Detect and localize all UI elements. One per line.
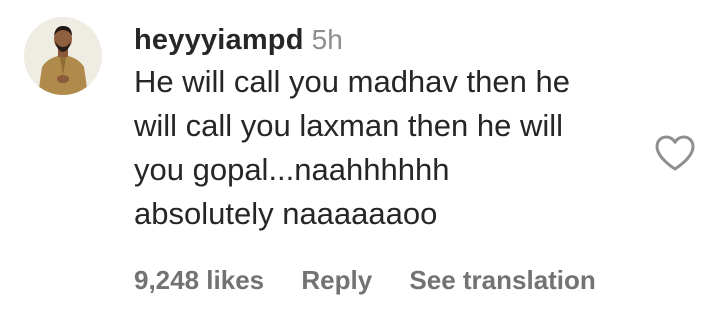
comment-item: heyyyiampd 5h He will call you madhav the… (0, 0, 727, 323)
reply-button[interactable]: Reply (301, 260, 372, 300)
like-button[interactable] (654, 134, 696, 172)
username[interactable]: heyyyiampd (134, 24, 304, 56)
avatar-image (24, 17, 102, 95)
comment-header: heyyyiampd 5h (134, 20, 634, 60)
timestamp[interactable]: 5h (312, 24, 343, 55)
comment-content: heyyyiampd 5h He will call you madhav the… (134, 20, 634, 236)
likes-count[interactable]: 9,248 likes (134, 260, 264, 300)
see-translation-button[interactable]: See translation (409, 260, 595, 300)
avatar[interactable] (24, 17, 102, 95)
heart-outline-icon (655, 135, 695, 171)
comment-actions: 9,248 likes Reply See translation (134, 260, 626, 300)
comment-text: He will call you madhav then he will cal… (134, 64, 570, 231)
